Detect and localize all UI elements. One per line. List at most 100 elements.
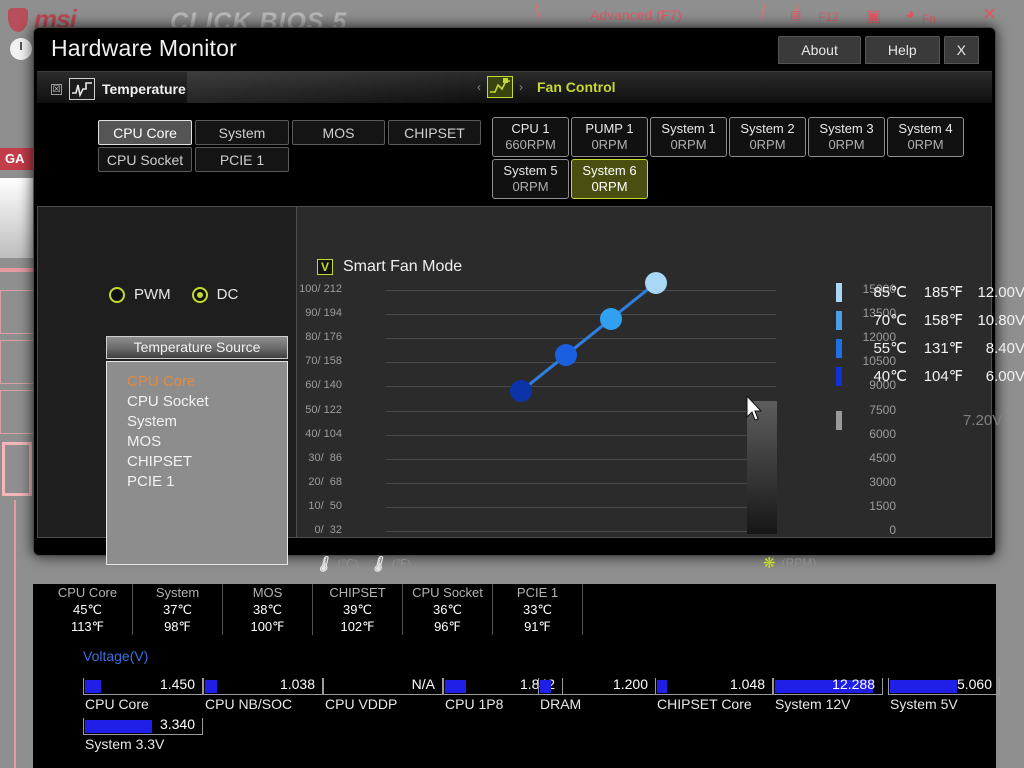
fan-button-system-1[interactable]: System 1 0RPM (650, 117, 727, 157)
temp-readout-cpu-core: CPU Core 45℃ 113℉ (43, 584, 133, 635)
setpoint-voltage: 12.00V (977, 283, 1024, 301)
setpoint-row[interactable]: 85℃ 185℉ 12.00V (836, 278, 1024, 306)
chart-left-tick: 70/ 158 (305, 355, 342, 367)
setpoint-celsius: 85℃ (873, 284, 907, 301)
fan-button-system-5[interactable]: System 5 0RPM (492, 159, 569, 199)
page-title: Hardware Monitor (51, 35, 237, 61)
temp-tab-mos[interactable]: MOS (292, 120, 385, 145)
setpoint-color-swatch (836, 338, 842, 358)
chart-left-tick: 10/ 50 (308, 500, 342, 512)
voltage-value: 1.200 (612, 676, 648, 692)
f12-label: F12 (818, 10, 839, 24)
sensor-fahrenheit: 91℉ (524, 619, 551, 634)
chart-right-tick: 0 (889, 523, 896, 537)
fan-name: CPU 1 (511, 121, 550, 136)
temperature-source-list[interactable]: CPU Core CPU Socket System MOS CHIPSET P… (106, 361, 288, 565)
voltage-item-cpu-nb-soc: 1.038 CPU NB/SOC (203, 666, 323, 712)
help-button[interactable]: Help (864, 36, 940, 64)
setpoint-row-min-voltage: 7.20V (836, 406, 1024, 434)
voltage-label: System 5V (890, 696, 958, 712)
fan-button-system-4[interactable]: System 4 0RPM (887, 117, 964, 157)
temp-readout-cpu-socket: CPU Socket 36℃ 96℉ (403, 584, 493, 635)
chart-temp-units: 🌡 (℃) 🌡 (℉) (314, 555, 411, 573)
footer-readouts: CPU Core 45℃ 113℉ System 37℃ 98℉ MOS 38℃… (33, 584, 1000, 768)
fan-curve-point-70[interactable] (600, 307, 622, 330)
sensor-name: System (155, 585, 200, 600)
temp-tab-system[interactable]: System (195, 120, 289, 145)
fan-name: System 3 (819, 121, 874, 136)
radio-pwm[interactable] (109, 286, 125, 303)
voltage-label: DRAM (540, 696, 582, 712)
about-button[interactable]: About (778, 36, 861, 64)
setpoint-row[interactable]: 40℃ 104℉ 6.00V (836, 362, 1024, 390)
voltage-label: System 3.3V (85, 736, 165, 752)
bios-row-highlight (2, 442, 32, 496)
chart-right-tick: 3000 (869, 475, 896, 489)
fan-button-system-2[interactable]: System 2 0RPM (729, 117, 806, 157)
temperature-readout-row: CPU Core 45℃ 113℉ System 37℃ 98℉ MOS 38℃… (43, 584, 583, 635)
close-button[interactable]: X (943, 36, 979, 64)
setpoint-color-swatch (836, 366, 842, 386)
temp-tab-cpu-core[interactable]: CPU Core (98, 120, 192, 145)
collapse-checkbox-icon[interactable]: ☒ (51, 83, 62, 95)
fan-button-pump-1[interactable]: PUMP 1 0RPM (571, 117, 648, 157)
fan-rpm: 660RPM (505, 137, 556, 152)
sensor-celsius: 45℃ (72, 602, 103, 617)
fan-curve-chart[interactable]: 100/ 212 90/ 194 80/ 176 70/ 158 60/ 140 50/ … (299, 271, 896, 537)
fan-rpm: 0RPM (591, 179, 628, 194)
advanced-mode-label: Advanced (F7) (590, 7, 682, 23)
smart-fan-mode-label: Smart Fan Mode (343, 258, 463, 275)
temperature-header-label: Temperature (102, 81, 186, 97)
fan-button-system-6[interactable]: System 6 0RPM (571, 159, 648, 199)
chart-rpm-units: ❋ (RPM) (763, 554, 816, 572)
voltage-label: System 12V (775, 696, 851, 712)
sensor-celsius: 39℃ (342, 602, 373, 617)
sensor-celsius: 38℃ (252, 602, 283, 617)
temp-tab-pcie-1[interactable]: PCIE 1 (195, 147, 289, 172)
fan-rpm: 0RPM (828, 137, 865, 152)
chart-left-tick: 20/ 68 (308, 476, 342, 488)
voltage-value: 5.060 (956, 676, 992, 692)
setpoint-row[interactable]: 70℃ 158℉ 10.80V (836, 306, 1024, 334)
voltage-value: N/A (411, 676, 435, 692)
sensor-fahrenheit: 102℉ (340, 619, 375, 634)
fan-button-system-3[interactable]: System 3 0RPM (808, 117, 885, 157)
voltage-bar-fill (85, 680, 102, 693)
chart-right-tick: 4500 (869, 451, 896, 465)
temp-readout-pcie-1: PCIE 1 33℃ 91℉ (493, 584, 583, 635)
smart-fan-mode-checkbox[interactable]: V (317, 259, 333, 275)
fan-button-cpu-1[interactable]: CPU 1 660RPM (492, 117, 569, 157)
temperature-source-header: Temperature Source (106, 336, 288, 359)
voltage-value: 3.340 (159, 716, 195, 732)
sensor-name: CPU Core (57, 585, 118, 600)
sensor-fahrenheit: 96℉ (434, 619, 461, 634)
setpoint-color-swatch (836, 310, 842, 330)
radio-dc[interactable] (191, 286, 208, 303)
chart-left-tick: 60/ 140 (305, 379, 342, 391)
fan-rpm: 0RPM (749, 137, 786, 152)
sensor-fahrenheit: 98℉ (164, 619, 191, 634)
voltage-bar-fill (890, 680, 957, 693)
tabs-area: CPU Core System MOS CHIPSET CPU Socket P… (34, 103, 995, 199)
fahrenheit-unit-label: (℉) (391, 557, 411, 571)
setpoint-voltage: 8.40V (985, 339, 1024, 357)
voltage-value: 12.288 (832, 676, 875, 692)
exit-x-icon: ✕ (982, 4, 998, 24)
chevron-right-icon[interactable]: › (519, 80, 523, 94)
fan-curve-point-85[interactable] (645, 271, 667, 294)
help-bubble-icon: ◕ (905, 6, 915, 23)
setpoint-celsius: 55℃ (873, 340, 907, 357)
chart-left-tick: 30/ 86 (308, 452, 342, 464)
fan-name: System 1 (661, 121, 716, 136)
sensor-fahrenheit: 100℉ (250, 619, 285, 634)
voltage-item-chipset-core: 1.048 CHIPSET Core (655, 666, 773, 712)
temp-tab-cpu-socket[interactable]: CPU Socket (98, 147, 192, 172)
setpoint-row[interactable]: 55℃ 131℉ 8.40V (836, 334, 1024, 362)
fan-curve-point-55[interactable] (555, 344, 577, 367)
temp-tab-chipset[interactable]: CHIPSET (388, 120, 481, 145)
voltage-section-title: Voltage(V) (83, 648, 149, 664)
fan-name: System 4 (898, 121, 953, 136)
chart-left-tick: 100/ 212 (299, 283, 342, 295)
sensor-name: MOS (252, 585, 283, 600)
chevron-left-icon[interactable]: ‹ (477, 80, 481, 94)
